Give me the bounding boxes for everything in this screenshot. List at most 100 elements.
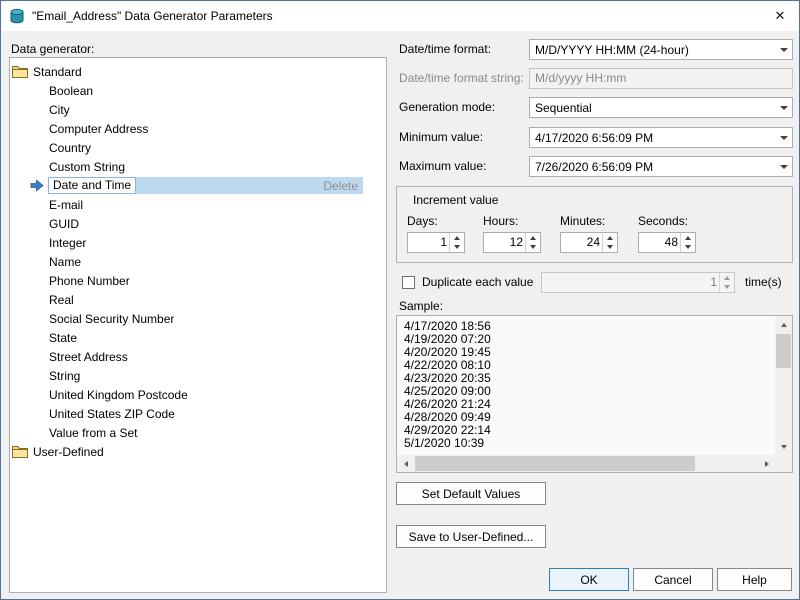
minutes-spinner[interactable]: 24: [560, 232, 618, 253]
minimum-value: 4/17/2020 6:56:09 PM: [535, 131, 775, 145]
hours-spinner[interactable]: 12: [483, 232, 541, 253]
vertical-scrollbar[interactable]: [775, 316, 792, 455]
spin-down-icon[interactable]: [450, 243, 464, 253]
tree-item-integer[interactable]: Integer: [10, 233, 386, 252]
duplicate-checkbox-label[interactable]: Duplicate each value: [422, 273, 533, 291]
close-icon[interactable]: ✕: [761, 1, 799, 31]
save-to-user-defined-button[interactable]: Save to User-Defined...: [396, 525, 546, 548]
spinner-buttons: [719, 273, 734, 292]
scroll-left-icon[interactable]: [397, 455, 414, 472]
tree-item-e-mail[interactable]: E-mail: [10, 195, 386, 214]
spin-up-icon: [720, 273, 734, 283]
vertical-scrollbar-thumb[interactable]: [776, 334, 791, 368]
increment-value-group: Increment value Days: 1 Hours: 12 Minute…: [396, 186, 793, 263]
days-value: 1: [410, 233, 447, 252]
chevron-down-icon[interactable]: [775, 40, 792, 59]
duplicate-count-spinner: 1: [541, 272, 735, 293]
spin-down-icon: [720, 283, 734, 293]
tree-item-country[interactable]: Country: [10, 138, 386, 157]
spin-up-icon[interactable]: [526, 233, 540, 243]
tree-folder-standard[interactable]: Standard: [10, 62, 386, 81]
datetime-format-label: Date/time format:: [399, 39, 491, 60]
folder-icon: [12, 445, 28, 458]
tree-item-date-and-time[interactable]: Date and Time Delete: [10, 176, 386, 195]
sample-line: 5/1/2020 10:39: [404, 437, 775, 450]
seconds-value: 48: [641, 233, 678, 252]
tree-item-phone-number[interactable]: Phone Number: [10, 271, 386, 290]
current-generator-arrow-icon: [30, 179, 44, 192]
scroll-right-icon[interactable]: [758, 455, 775, 472]
delete-link[interactable]: Delete: [323, 179, 358, 193]
tree-item-street-address[interactable]: Street Address: [10, 347, 386, 366]
duplicate-count-value: 1: [544, 273, 717, 292]
scroll-down-icon[interactable]: [775, 438, 792, 455]
generator-tree[interactable]: Standard Boolean City Computer Address C…: [9, 57, 387, 593]
tree-item-name[interactable]: Name: [10, 252, 386, 271]
spin-down-icon[interactable]: [681, 243, 695, 253]
ok-button[interactable]: OK: [549, 568, 629, 591]
chevron-down-icon[interactable]: [775, 98, 792, 117]
times-label: time(s): [745, 273, 782, 291]
spinner-buttons[interactable]: [525, 233, 540, 252]
spin-up-icon[interactable]: [681, 233, 695, 243]
tree-item-value-from-a-set[interactable]: Value from a Set: [10, 423, 386, 442]
folder-icon: [12, 65, 28, 78]
selection-band: Delete: [136, 177, 363, 194]
tree-item-united-states-zip-code[interactable]: United States ZIP Code: [10, 404, 386, 423]
spin-down-icon[interactable]: [603, 243, 617, 253]
tree-item-social-security-number[interactable]: Social Security Number: [10, 309, 386, 328]
spin-up-icon[interactable]: [450, 233, 464, 243]
minutes-label: Minutes:: [560, 214, 605, 228]
format-string-input: M/d/yyyy HH:mm: [529, 68, 793, 89]
chevron-down-icon[interactable]: [775, 157, 792, 176]
titlebar: "Email_Address" Data Generator Parameter…: [1, 1, 799, 31]
generation-mode-label: Generation mode:: [399, 97, 495, 118]
duplicate-checkbox[interactable]: [402, 276, 415, 289]
cancel-button[interactable]: Cancel: [633, 568, 713, 591]
scroll-up-icon[interactable]: [775, 316, 792, 333]
scrollbar-corner: [775, 455, 792, 472]
help-button[interactable]: Help: [717, 568, 792, 591]
selected-item-label: Date and Time: [48, 177, 136, 194]
minutes-value: 24: [563, 233, 600, 252]
generation-mode-combo[interactable]: Sequential: [529, 97, 793, 118]
spin-down-icon[interactable]: [526, 243, 540, 253]
tree-item-boolean[interactable]: Boolean: [10, 81, 386, 100]
tree-item-real[interactable]: Real: [10, 290, 386, 309]
spinner-buttons[interactable]: [680, 233, 695, 252]
seconds-label: Seconds:: [638, 214, 688, 228]
tree-item-city[interactable]: City: [10, 100, 386, 119]
dialog-title: "Email_Address" Data Generator Parameter…: [32, 9, 273, 23]
increment-value-title: Increment value: [413, 193, 498, 207]
tree-item-computer-address[interactable]: Computer Address: [10, 119, 386, 138]
spinner-buttons[interactable]: [449, 233, 464, 252]
horizontal-scrollbar-thumb[interactable]: [415, 456, 695, 471]
minimum-value-picker[interactable]: 4/17/2020 6:56:09 PM: [529, 127, 793, 148]
set-default-values-button[interactable]: Set Default Values: [396, 482, 546, 505]
maximum-value-label: Maximum value:: [399, 156, 486, 177]
tree-item-custom-string[interactable]: Custom String: [10, 157, 386, 176]
spin-up-icon[interactable]: [603, 233, 617, 243]
tree-item-state[interactable]: State: [10, 328, 386, 347]
chevron-down-icon[interactable]: [775, 128, 792, 147]
maximum-value: 7/26/2020 6:56:09 PM: [535, 160, 775, 174]
tree-folder-user-defined[interactable]: User-Defined: [10, 442, 386, 461]
app-icon: [9, 8, 25, 24]
tree-item-united-kingdom-postcode[interactable]: United Kingdom Postcode: [10, 385, 386, 404]
tree-folder-label: User-Defined: [33, 445, 104, 459]
tree-folder-label: Standard: [33, 65, 82, 79]
hours-value: 12: [486, 233, 523, 252]
horizontal-scrollbar[interactable]: [397, 455, 775, 472]
sample-box[interactable]: 4/17/2020 18:56 4/19/2020 07:20 4/20/202…: [396, 315, 793, 473]
minimum-value-label: Minimum value:: [399, 127, 483, 148]
sample-content: 4/17/2020 18:56 4/19/2020 07:20 4/20/202…: [397, 316, 775, 455]
days-spinner[interactable]: 1: [407, 232, 465, 253]
tree-item-string[interactable]: String: [10, 366, 386, 385]
tree-item-guid[interactable]: GUID: [10, 214, 386, 233]
datetime-format-combo[interactable]: M/D/YYYY HH:MM (24-hour): [529, 39, 793, 60]
seconds-spinner[interactable]: 48: [638, 232, 696, 253]
hours-label: Hours:: [483, 214, 518, 228]
days-label: Days:: [407, 214, 438, 228]
maximum-value-picker[interactable]: 7/26/2020 6:56:09 PM: [529, 156, 793, 177]
spinner-buttons[interactable]: [602, 233, 617, 252]
